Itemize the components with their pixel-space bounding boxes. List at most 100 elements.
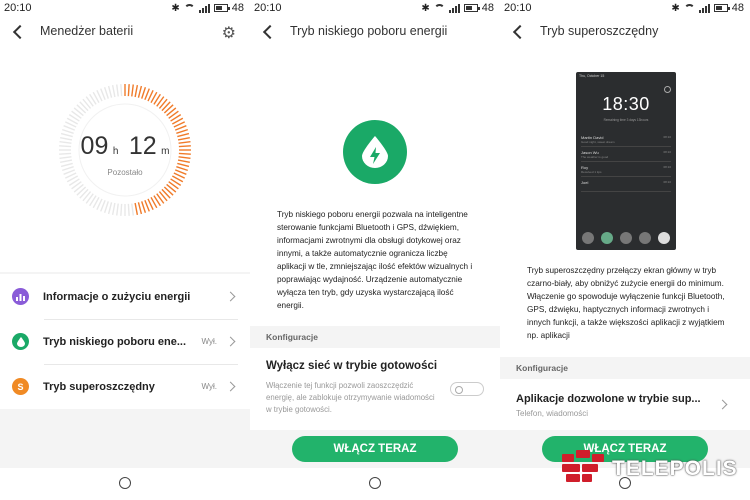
signal-icon: [448, 3, 460, 13]
gauge-tick: [103, 87, 109, 99]
signal-icon: [698, 3, 710, 13]
standby-network-toggle[interactable]: [450, 382, 484, 396]
message-app-icon: [601, 232, 613, 244]
status-time: 20:10: [504, 2, 532, 14]
page-title: Menedżer baterii: [40, 24, 134, 38]
gauge-tick: [134, 85, 139, 98]
list-item-super-saver[interactable]: S Tryb superoszczędny Wył.: [0, 364, 250, 409]
gauge-tick: [131, 203, 134, 216]
app-header: Tryb superoszczędny: [500, 16, 750, 46]
config-section-label: Konfiguracje: [500, 357, 750, 379]
hours-value: 09: [80, 132, 109, 160]
gauge-tick: [120, 203, 123, 216]
pen-app-icon: [620, 232, 632, 244]
phone-contact-list: Martin David Good night, sweet dream 08:…: [576, 132, 676, 192]
enable-now-button[interactable]: WŁĄCZ TERAZ: [292, 436, 458, 462]
phone-app-icon: [582, 232, 594, 244]
app-header: Tryb niskiego poboru energii: [250, 16, 500, 46]
battery-icon: [713, 4, 730, 12]
telepolis-logo-icon: [562, 450, 606, 488]
remaining-label: Pozostało: [107, 168, 143, 177]
app-header: Menedżer baterii ⚙: [0, 16, 250, 46]
wifi-icon: [183, 4, 195, 12]
gauge-tick: [127, 84, 130, 97]
bluetooth-icon: ✱: [671, 2, 680, 14]
battery-percent: 48: [481, 2, 494, 14]
home-button[interactable]: [119, 477, 131, 489]
camera-app-icon: [658, 232, 670, 244]
back-arrow-icon[interactable]: [262, 23, 274, 39]
gauge-tick: [100, 88, 106, 101]
super-saver-screen: 20:10 ✱ 48 Tryb superoszczędny Thu, Octo…: [500, 0, 750, 500]
phone-date: Thu, October 15: [579, 74, 605, 78]
contact-name: Joel: [581, 180, 589, 185]
status-time: 20:10: [4, 2, 32, 14]
phone-contact: Jason Wu The weather is good 08:10: [581, 147, 671, 162]
gauge-tick: [137, 202, 143, 215]
bluetooth-icon: ✱: [171, 2, 180, 14]
gauge-tick: [116, 203, 119, 216]
signal-icon: [198, 3, 210, 13]
contact-message: Good night, sweet dream: [581, 140, 615, 144]
setting-title: Wyłącz sieć w trybie gotowości: [266, 360, 438, 372]
list-item-low-power[interactable]: Tryb niskiego poboru ene... Wył.: [0, 319, 250, 364]
battery-icon: [463, 4, 480, 12]
status-value: Wył.: [201, 337, 217, 346]
gauge-tick: [144, 199, 150, 212]
back-arrow-icon[interactable]: [512, 23, 524, 39]
gauge-tick: [174, 125, 187, 131]
phone-clock: 18:30: [602, 94, 650, 114]
gauge-tick: [111, 85, 116, 98]
status-bar: 20:10 ✱ 48: [500, 0, 750, 16]
drop-icon: [12, 333, 29, 350]
s-icon: S: [12, 378, 29, 395]
battery-manager-screen: 20:10 ✱ 48 Menedżer baterii ⚙ 09 h 12 m …: [0, 0, 250, 500]
home-button[interactable]: [369, 477, 381, 489]
gauge-tick: [107, 85, 113, 98]
description-text: Tryb niskiego poboru energii pozwala na …: [277, 210, 473, 310]
back-arrow-icon[interactable]: [12, 23, 24, 39]
gauge-tick: [134, 202, 139, 215]
telepolis-watermark: TELEPOLIS: [562, 450, 738, 488]
list-item-label: Informacje o zużyciu energii: [43, 290, 191, 303]
watermark-text: TELEPOLIS: [612, 457, 738, 480]
gauge-tick: [116, 84, 119, 97]
remaining-time: 09 h 12 m: [55, 132, 195, 161]
gauge-tick: [141, 87, 147, 99]
gauge-tick: [107, 202, 113, 215]
minutes-unit: m: [161, 146, 170, 157]
phone-contact: Martin David Good night, sweet dream 08:…: [581, 132, 671, 147]
config-section-label: Konfiguracje: [250, 326, 500, 348]
contact-time: 08:10: [663, 180, 671, 184]
phone-status: Thu, October 15: [576, 72, 676, 80]
page-title: Tryb superoszczędny: [540, 24, 659, 38]
battery-gauge: 09 h 12 m Pozostało: [55, 80, 195, 220]
allowed-apps-row[interactable]: Aplikacje dozwolone w trybie sup... Tele…: [500, 382, 750, 428]
status-value: Wył.: [201, 382, 217, 391]
chart-icon: [12, 288, 29, 305]
phone-remaining: Remaining time 3 days 13hours: [603, 118, 649, 122]
minutes-value: 12: [128, 132, 157, 160]
status-time: 20:10: [254, 2, 282, 14]
description-text: Tryb superoszczędny przełączy ekran głów…: [527, 266, 725, 340]
gauge-tick: [144, 88, 150, 101]
chevron-right-icon: [225, 381, 236, 392]
list-item-energy-usage[interactable]: Informacje o zużyciu energii: [0, 274, 250, 319]
contact-message: The weather is good: [581, 155, 609, 159]
contact-message: Received 1 tips: [581, 170, 602, 174]
status-bar: 20:10 ✱ 48: [0, 0, 250, 16]
nav-bar: [0, 468, 250, 500]
battery-percent: 48: [231, 2, 244, 14]
gauge-tick: [60, 162, 73, 168]
contact-time: 08:10: [663, 135, 671, 139]
status-bar: 20:10 ✱ 48: [250, 0, 500, 16]
contact-time: 08:10: [663, 150, 671, 154]
gauge-tick: [131, 84, 134, 97]
wifi-icon: [433, 4, 445, 12]
gear-icon[interactable]: ⚙: [222, 23, 236, 43]
low-power-drop-icon: [343, 120, 407, 184]
hours-unit: h: [112, 146, 119, 157]
list-item-label: Tryb superoszczędny: [43, 380, 155, 393]
gauge-tick: [103, 201, 109, 213]
low-power-screen: 20:10 ✱ 48 Tryb niskiego poboru energii …: [250, 0, 500, 500]
